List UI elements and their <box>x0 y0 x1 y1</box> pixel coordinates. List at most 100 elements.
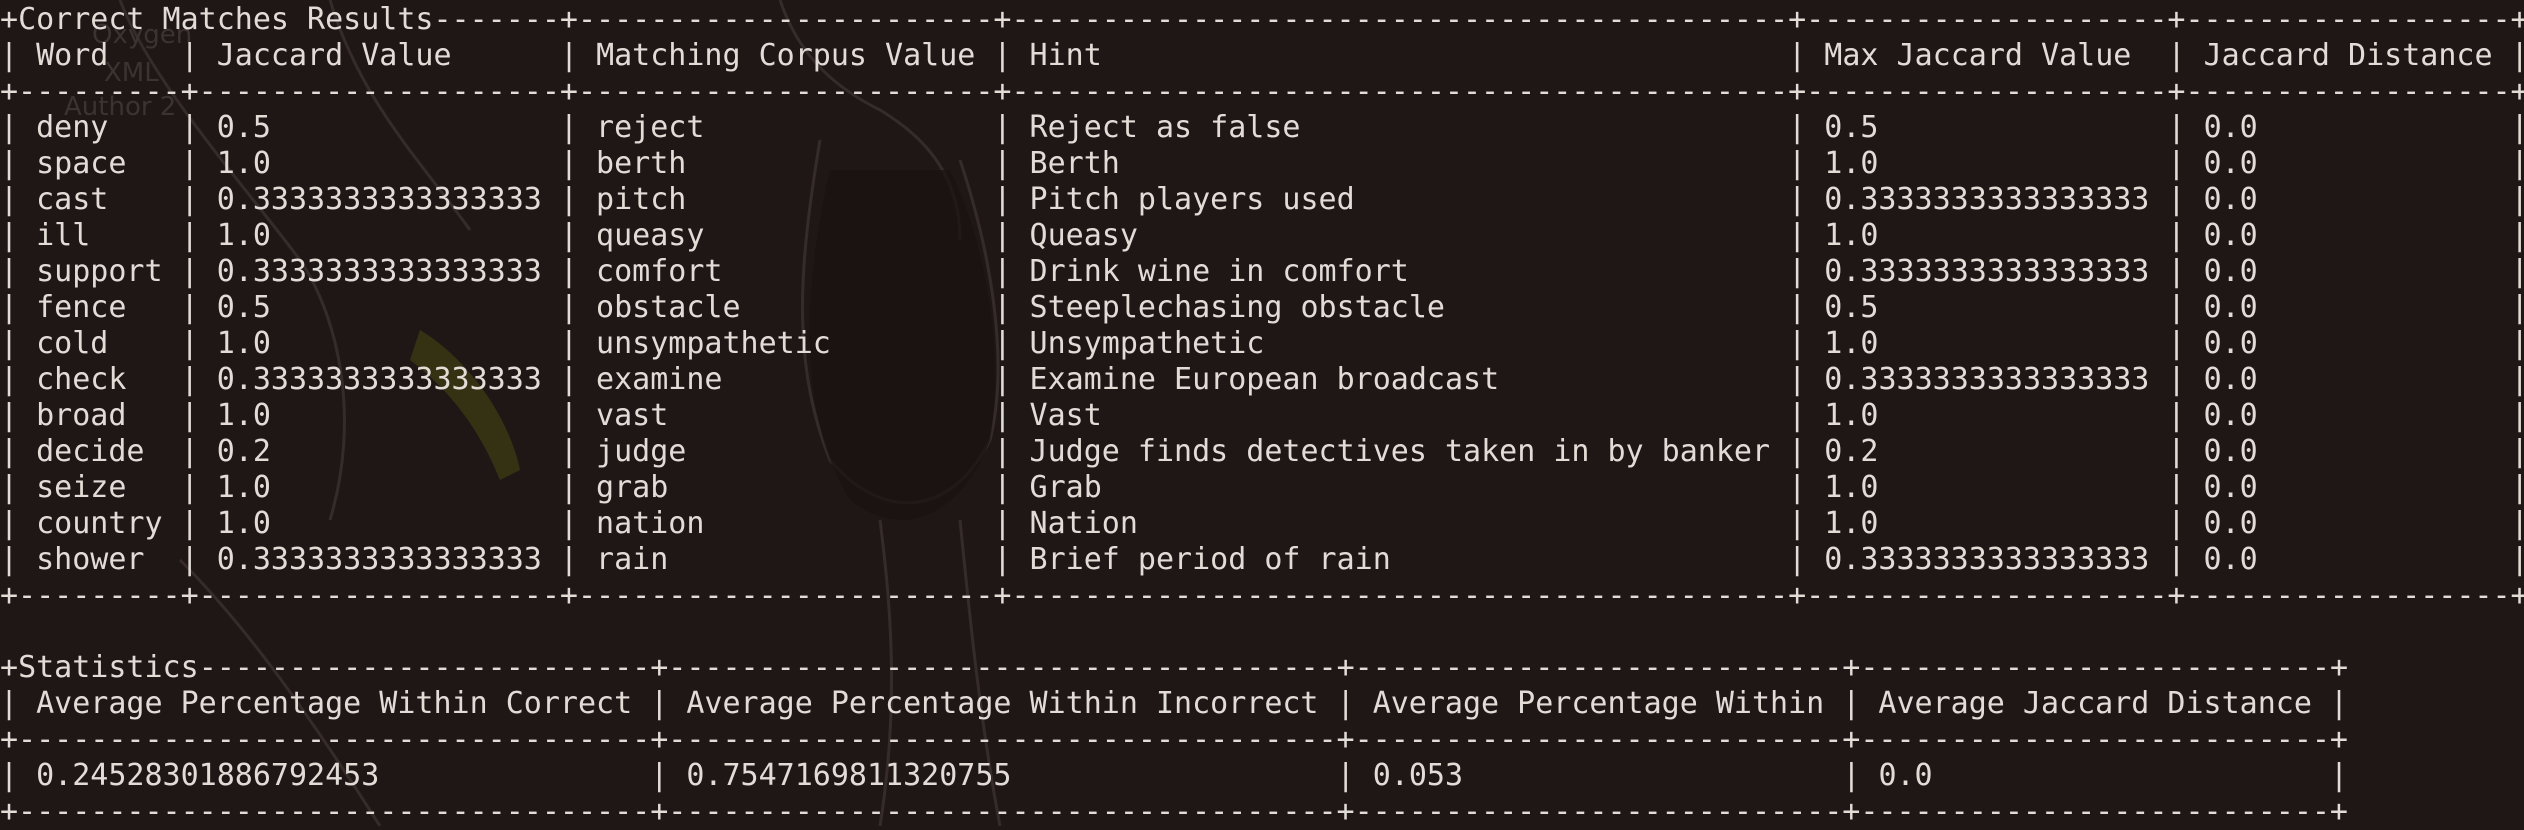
column-separator: | <box>559 362 597 397</box>
column-separator: | <box>2510 470 2524 505</box>
cell-padding <box>1878 326 2167 361</box>
column-separator: | <box>993 38 1030 73</box>
column-separator: | <box>559 434 597 469</box>
cell-padding <box>2258 326 2511 361</box>
column-separator: | <box>1788 326 1825 361</box>
column-separator: | <box>2510 326 2524 361</box>
correct-column-header: Max Jaccard Value <box>1824 38 2132 73</box>
correct-table-cell: 0.3333333333333333 <box>1824 182 2150 217</box>
column-separator: | <box>0 542 37 577</box>
statistics-table-cell: 0.24528301886792453 <box>36 758 380 793</box>
correct-table-cell: 0.5 <box>216 110 271 145</box>
border-rule: -------+-----------------------+--------… <box>433 2 2524 37</box>
correct-table-cell: Nation <box>1029 506 1138 541</box>
column-separator: | <box>180 398 217 433</box>
correct-table-cell: 0.0 <box>2203 146 2258 181</box>
correct-table-cell: fence <box>36 290 127 325</box>
statistics-header-border: +-----------------------------------+---… <box>0 722 2348 757</box>
column-separator: | <box>1788 290 1825 325</box>
statistics-bottom-border: +-----------------------------------+---… <box>0 794 2348 829</box>
column-separator: | <box>993 110 1030 145</box>
cell-padding <box>1878 146 2167 181</box>
cell-padding <box>2258 470 2511 505</box>
column-separator: | <box>180 326 217 361</box>
statistics-table-cell: 0.053 <box>1372 758 1464 793</box>
correct-table-row: | cold | 1.0 | unsympathetic | Unsympath… <box>0 326 2524 362</box>
correct-table-cell: 0.0 <box>2203 218 2258 253</box>
cell-padding <box>704 506 993 541</box>
column-separator: | <box>650 758 687 793</box>
correct-table-cell: 1.0 <box>216 146 271 181</box>
cell-padding <box>271 290 560 325</box>
statistics-title: Statistics <box>18 650 199 685</box>
column-separator: | <box>559 470 597 505</box>
column-separator: | <box>180 434 217 469</box>
cell-padding <box>1120 146 1788 181</box>
correct-table-cell: 1.0 <box>216 326 271 361</box>
correct-table-row: | shower | 0.3333333333333333 | rain | B… <box>0 542 2524 578</box>
cell-padding <box>1138 218 1788 253</box>
cell-padding <box>2258 542 2511 577</box>
correct-table-cell: 0.5 <box>1824 290 1879 325</box>
correct-table-cell: Reject as false <box>1029 110 1301 145</box>
correct-table-cell: Examine European broadcast <box>1029 362 1500 397</box>
cell-padding <box>632 686 650 721</box>
correct-table-cell: 1.0 <box>1824 506 1879 541</box>
column-separator: | <box>1788 146 1825 181</box>
cell-padding <box>1878 290 2167 325</box>
cell-padding <box>108 326 180 361</box>
column-separator: | <box>2167 542 2204 577</box>
cell-padding <box>126 146 180 181</box>
border-rule: -------------------------+--------------… <box>198 650 2349 685</box>
cell-padding <box>1824 686 1842 721</box>
cell-padding <box>686 182 993 217</box>
cell-padding <box>126 398 180 433</box>
cell-padding <box>271 110 560 145</box>
correct-table-cell: 1.0 <box>216 398 271 433</box>
column-separator: | <box>1788 362 1825 397</box>
cell-padding <box>1300 110 1788 145</box>
cell-padding <box>542 542 560 577</box>
column-separator: | <box>2167 182 2204 217</box>
cell-padding <box>271 434 560 469</box>
column-separator: | <box>559 290 597 325</box>
column-separator: | <box>0 290 37 325</box>
correct-table-cell: Grab <box>1029 470 1102 505</box>
column-separator: | <box>559 326 597 361</box>
cell-padding <box>1933 758 2330 793</box>
statistics-column-header: Average Percentage Within Correct <box>36 686 633 721</box>
correct-table-cell: 0.0 <box>2203 470 2258 505</box>
column-separator: | <box>993 470 1030 505</box>
correct-table-cell: ill <box>36 218 91 253</box>
cell-padding <box>126 290 180 325</box>
correct-column-header: Hint <box>1029 38 1102 73</box>
statistics-top-border: +Statistics-------------------------+---… <box>0 650 2524 686</box>
column-separator: | <box>2167 110 2204 145</box>
cell-padding <box>542 182 560 217</box>
correct-table-cell: Brief period of rain <box>1029 542 1391 577</box>
correct-table-cell: check <box>36 362 127 397</box>
cell-padding <box>668 470 993 505</box>
column-separator: | <box>1788 398 1825 433</box>
column-separator: | <box>1788 254 1825 289</box>
cell-padding <box>1319 686 1337 721</box>
cell-padding <box>704 110 993 145</box>
correct-table-row: | country | 1.0 | nation | Nation | 1.0 … <box>0 506 2524 542</box>
cell-padding <box>1102 38 1788 73</box>
correct-table-cell: 0.0 <box>2203 434 2258 469</box>
column-separator: | <box>180 146 217 181</box>
correct-table-row: | ill | 1.0 | queasy | Queasy | 1.0 | 0.… <box>0 218 2524 254</box>
correct-table-cell: comfort <box>596 254 723 289</box>
cell-padding <box>542 362 560 397</box>
cell-padding <box>271 146 560 181</box>
column-separator: | <box>993 290 1030 325</box>
column-separator: | <box>1336 758 1373 793</box>
column-separator: | <box>0 434 37 469</box>
cell-padding <box>704 218 993 253</box>
correct-table-cell: 0.3333333333333333 <box>1824 542 2150 577</box>
column-separator: | <box>993 506 1030 541</box>
correct-table-cell: 0.0 <box>2203 290 2258 325</box>
column-separator: | <box>2510 182 2524 217</box>
correct-table-cell: 0.0 <box>2203 254 2258 289</box>
correct-table-cell: 1.0 <box>216 506 271 541</box>
